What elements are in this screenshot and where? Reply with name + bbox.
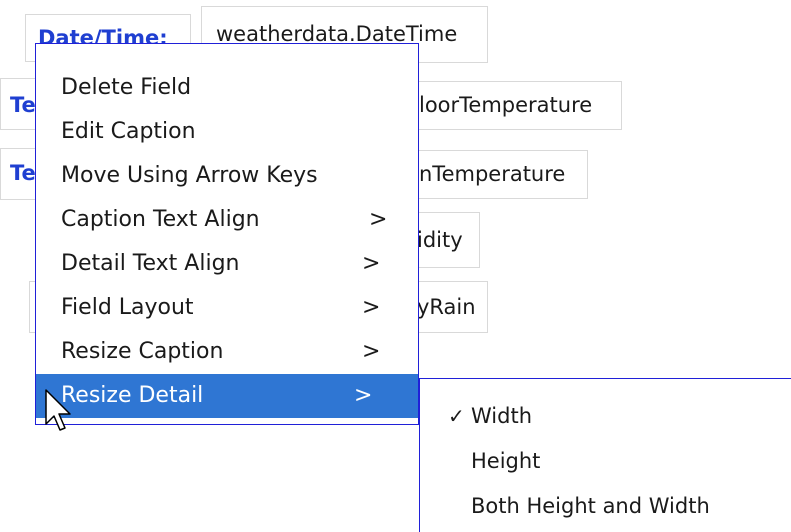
menu-item-field-layout[interactable]: Field Layout >	[36, 286, 418, 330]
menu-item-label: Field Layout	[61, 295, 194, 320]
context-menu: Delete Field Edit Caption Move Using Arr…	[35, 43, 419, 425]
submenu-arrow-icon: >	[362, 339, 381, 364]
submenu-arrow-icon: >	[354, 383, 373, 408]
form-designer-canvas: Date/Time: weatherdata.DateTime Te loorT…	[0, 0, 791, 532]
menu-item-detail-text-align[interactable]: Detail Text Align >	[36, 242, 418, 286]
menu-item-label: Resize Caption	[61, 339, 224, 364]
detail-box-rain[interactable]: yRain	[412, 281, 488, 333]
menu-item-caption-text-align[interactable]: Caption Text Align >	[36, 198, 418, 242]
menu-item-edit-caption[interactable]: Edit Caption	[36, 110, 418, 154]
menu-item-label: Caption Text Align	[61, 207, 260, 232]
detail-outdoor-temperature: nTemperature	[419, 162, 566, 186]
submenu-arrow-icon: >	[362, 251, 381, 276]
mouse-pointer-icon	[45, 389, 71, 431]
detail-indoor-temperature: loorTemperature	[419, 93, 593, 117]
menu-item-resize-detail[interactable]: Resize Detail >	[36, 374, 418, 418]
submenu-item-label: Width	[471, 404, 533, 428]
resize-detail-submenu: ✓ Width Height Both Height and Width	[419, 378, 791, 532]
detail-rain: yRain	[417, 294, 476, 319]
submenu-item-height[interactable]: Height	[420, 439, 791, 484]
detail-box-indoor-temperature[interactable]: loorTemperature	[412, 81, 622, 130]
menu-item-delete-field[interactable]: Delete Field	[36, 66, 418, 110]
submenu-item-label: Both Height and Width	[471, 494, 710, 518]
detail-box-outdoor-temperature[interactable]: nTemperature	[412, 150, 588, 199]
menu-item-label: Edit Caption	[61, 119, 196, 144]
submenu-item-label: Height	[471, 449, 541, 473]
submenu-arrow-icon: >	[369, 207, 388, 232]
menu-item-move-arrow-keys[interactable]: Move Using Arrow Keys	[36, 154, 418, 198]
detail-datetime: weatherdata.DateTime	[216, 22, 458, 46]
menu-item-label: Detail Text Align	[61, 251, 240, 276]
menu-item-resize-caption[interactable]: Resize Caption >	[36, 330, 418, 374]
checkmark-icon: ✓	[448, 404, 465, 428]
caption-indoor-temperature[interactable]: Te	[10, 95, 36, 116]
submenu-arrow-icon: >	[362, 295, 381, 320]
detail-humidity: idity	[417, 227, 463, 252]
detail-box-humidity[interactable]: idity	[412, 212, 480, 268]
submenu-item-width[interactable]: ✓ Width	[420, 394, 791, 439]
caption-outdoor-temperature[interactable]: Te	[10, 163, 36, 184]
menu-item-label: Resize Detail	[61, 383, 204, 408]
submenu-item-both[interactable]: Both Height and Width	[420, 484, 791, 529]
menu-item-label: Delete Field	[61, 75, 192, 100]
menu-item-label: Move Using Arrow Keys	[61, 163, 318, 188]
